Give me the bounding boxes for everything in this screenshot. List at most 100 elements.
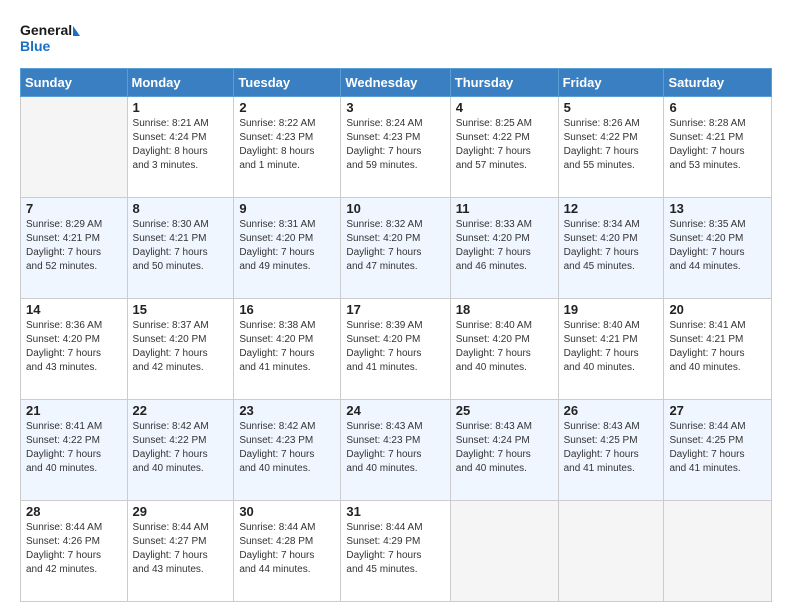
day-info: Sunrise: 8:28 AM Sunset: 4:21 PM Dayligh…: [669, 117, 766, 173]
calendar-cell: 2 Sunrise: 8:22 AM Sunset: 4:23 PM Daylig…: [234, 97, 341, 198]
day-info: Sunrise: 8:44 AM Sunset: 4:29 PM Dayligh…: [346, 521, 444, 577]
calendar-cell: 26 Sunrise: 8:43 AM Sunset: 4:25 PM Dayli…: [558, 400, 664, 501]
day-number: 18: [456, 302, 553, 317]
day-number: 10: [346, 201, 444, 216]
day-number: 5: [564, 100, 659, 115]
day-info: Sunrise: 8:42 AM Sunset: 4:23 PM Dayligh…: [239, 420, 335, 476]
day-info: Sunrise: 8:21 AM Sunset: 4:24 PM Dayligh…: [133, 117, 229, 173]
week-row-1: 7 Sunrise: 8:29 AM Sunset: 4:21 PM Daylig…: [21, 198, 772, 299]
day-number: 12: [564, 201, 659, 216]
calendar-cell: 9 Sunrise: 8:31 AM Sunset: 4:20 PM Daylig…: [234, 198, 341, 299]
calendar-cell: [21, 97, 128, 198]
calendar-cell: 29Sunrise: 8:44 AM Sunset: 4:27 PM Dayli…: [127, 501, 234, 602]
day-number: 19: [564, 302, 659, 317]
col-header-wednesday: Wednesday: [341, 69, 450, 97]
day-info: Sunrise: 8:39 AM Sunset: 4:20 PM Dayligh…: [346, 319, 444, 375]
day-info: Sunrise: 8:30 AM Sunset: 4:21 PM Dayligh…: [133, 218, 229, 274]
calendar-cell: [664, 501, 772, 602]
calendar-cell: 23 Sunrise: 8:42 AM Sunset: 4:23 PM Dayli…: [234, 400, 341, 501]
calendar-cell: 22 Sunrise: 8:42 AM Sunset: 4:22 PM Dayli…: [127, 400, 234, 501]
day-info: Sunrise: 8:40 AM Sunset: 4:20 PM Dayligh…: [456, 319, 553, 375]
header-row: SundayMondayTuesdayWednesdayThursdayFrid…: [21, 69, 772, 97]
day-number: 11: [456, 201, 553, 216]
day-number: 21: [26, 403, 122, 418]
day-number: 8: [133, 201, 229, 216]
calendar-cell: 24 Sunrise: 8:43 AM Sunset: 4:23 PM Dayli…: [341, 400, 450, 501]
day-info: Sunrise: 8:42 AM Sunset: 4:22 PM Dayligh…: [133, 420, 229, 476]
day-number: 23: [239, 403, 335, 418]
calendar-cell: 5Sunrise: 8:26 AM Sunset: 4:22 PM Daylig…: [558, 97, 664, 198]
day-number: 6: [669, 100, 766, 115]
calendar-cell: 10 Sunrise: 8:32 AM Sunset: 4:20 PM Dayli…: [341, 198, 450, 299]
calendar-cell: 7 Sunrise: 8:29 AM Sunset: 4:21 PM Daylig…: [21, 198, 128, 299]
day-info: Sunrise: 8:37 AM Sunset: 4:20 PM Dayligh…: [133, 319, 229, 375]
day-number: 17: [346, 302, 444, 317]
day-info: Sunrise: 8:44 AM Sunset: 4:28 PM Dayligh…: [239, 521, 335, 577]
day-info: Sunrise: 8:33 AM Sunset: 4:20 PM Dayligh…: [456, 218, 553, 274]
calendar-cell: 25 Sunrise: 8:43 AM Sunset: 4:24 PM Dayli…: [450, 400, 558, 501]
day-number: 15: [133, 302, 229, 317]
day-number: 3: [346, 100, 444, 115]
day-number: 14: [26, 302, 122, 317]
day-info: Sunrise: 8:31 AM Sunset: 4:20 PM Dayligh…: [239, 218, 335, 274]
week-row-3: 21Sunrise: 8:41 AM Sunset: 4:22 PM Dayli…: [21, 400, 772, 501]
calendar-cell: 19 Sunrise: 8:40 AM Sunset: 4:21 PM Dayli…: [558, 299, 664, 400]
day-number: 22: [133, 403, 229, 418]
calendar-cell: 17 Sunrise: 8:39 AM Sunset: 4:20 PM Dayli…: [341, 299, 450, 400]
day-number: 4: [456, 100, 553, 115]
svg-text:General: General: [20, 22, 72, 38]
week-row-0: 1Sunrise: 8:21 AM Sunset: 4:24 PM Daylig…: [21, 97, 772, 198]
day-number: 31: [346, 504, 444, 519]
col-header-saturday: Saturday: [664, 69, 772, 97]
calendar-cell: 3 Sunrise: 8:24 AM Sunset: 4:23 PM Daylig…: [341, 97, 450, 198]
day-info: Sunrise: 8:36 AM Sunset: 4:20 PM Dayligh…: [26, 319, 122, 375]
day-info: Sunrise: 8:32 AM Sunset: 4:20 PM Dayligh…: [346, 218, 444, 274]
col-header-sunday: Sunday: [21, 69, 128, 97]
col-header-thursday: Thursday: [450, 69, 558, 97]
week-row-2: 14 Sunrise: 8:36 AM Sunset: 4:20 PM Dayli…: [21, 299, 772, 400]
day-info: Sunrise: 8:35 AM Sunset: 4:20 PM Dayligh…: [669, 218, 766, 274]
day-info: Sunrise: 8:34 AM Sunset: 4:20 PM Dayligh…: [564, 218, 659, 274]
header: General Blue: [20, 18, 772, 58]
calendar-cell: [558, 501, 664, 602]
calendar-cell: 15 Sunrise: 8:37 AM Sunset: 4:20 PM Dayli…: [127, 299, 234, 400]
day-number: 26: [564, 403, 659, 418]
day-info: Sunrise: 8:38 AM Sunset: 4:20 PM Dayligh…: [239, 319, 335, 375]
day-number: 9: [239, 201, 335, 216]
day-number: 7: [26, 201, 122, 216]
calendar-cell: 20 Sunrise: 8:41 AM Sunset: 4:21 PM Dayli…: [664, 299, 772, 400]
logo-svg: General Blue: [20, 18, 80, 58]
day-info: Sunrise: 8:29 AM Sunset: 4:21 PM Dayligh…: [26, 218, 122, 274]
day-info: Sunrise: 8:22 AM Sunset: 4:23 PM Dayligh…: [239, 117, 335, 173]
calendar-cell: 1Sunrise: 8:21 AM Sunset: 4:24 PM Daylig…: [127, 97, 234, 198]
day-info: Sunrise: 8:43 AM Sunset: 4:23 PM Dayligh…: [346, 420, 444, 476]
calendar-cell: 11 Sunrise: 8:33 AM Sunset: 4:20 PM Dayli…: [450, 198, 558, 299]
day-info: Sunrise: 8:24 AM Sunset: 4:23 PM Dayligh…: [346, 117, 444, 173]
calendar-cell: 13 Sunrise: 8:35 AM Sunset: 4:20 PM Dayli…: [664, 198, 772, 299]
calendar-cell: 14 Sunrise: 8:36 AM Sunset: 4:20 PM Dayli…: [21, 299, 128, 400]
calendar-cell: 27Sunrise: 8:44 AM Sunset: 4:25 PM Dayli…: [664, 400, 772, 501]
day-info: Sunrise: 8:41 AM Sunset: 4:21 PM Dayligh…: [669, 319, 766, 375]
day-number: 24: [346, 403, 444, 418]
calendar-table: SundayMondayTuesdayWednesdayThursdayFrid…: [20, 68, 772, 602]
day-info: Sunrise: 8:40 AM Sunset: 4:21 PM Dayligh…: [564, 319, 659, 375]
day-number: 28: [26, 504, 122, 519]
day-info: Sunrise: 8:43 AM Sunset: 4:24 PM Dayligh…: [456, 420, 553, 476]
day-number: 13: [669, 201, 766, 216]
day-info: Sunrise: 8:44 AM Sunset: 4:27 PM Dayligh…: [133, 521, 229, 577]
calendar-cell: 16Sunrise: 8:38 AM Sunset: 4:20 PM Dayli…: [234, 299, 341, 400]
calendar-cell: 21Sunrise: 8:41 AM Sunset: 4:22 PM Dayli…: [21, 400, 128, 501]
col-header-tuesday: Tuesday: [234, 69, 341, 97]
day-number: 2: [239, 100, 335, 115]
calendar-cell: 28Sunrise: 8:44 AM Sunset: 4:26 PM Dayli…: [21, 501, 128, 602]
calendar-cell: 31 Sunrise: 8:44 AM Sunset: 4:29 PM Dayli…: [341, 501, 450, 602]
calendar-cell: 12 Sunrise: 8:34 AM Sunset: 4:20 PM Dayli…: [558, 198, 664, 299]
week-row-4: 28Sunrise: 8:44 AM Sunset: 4:26 PM Dayli…: [21, 501, 772, 602]
calendar-cell: 4Sunrise: 8:25 AM Sunset: 4:22 PM Daylig…: [450, 97, 558, 198]
day-info: Sunrise: 8:43 AM Sunset: 4:25 PM Dayligh…: [564, 420, 659, 476]
day-number: 20: [669, 302, 766, 317]
calendar-cell: 8 Sunrise: 8:30 AM Sunset: 4:21 PM Daylig…: [127, 198, 234, 299]
day-info: Sunrise: 8:44 AM Sunset: 4:25 PM Dayligh…: [669, 420, 766, 476]
logo: General Blue: [20, 18, 80, 58]
day-number: 25: [456, 403, 553, 418]
